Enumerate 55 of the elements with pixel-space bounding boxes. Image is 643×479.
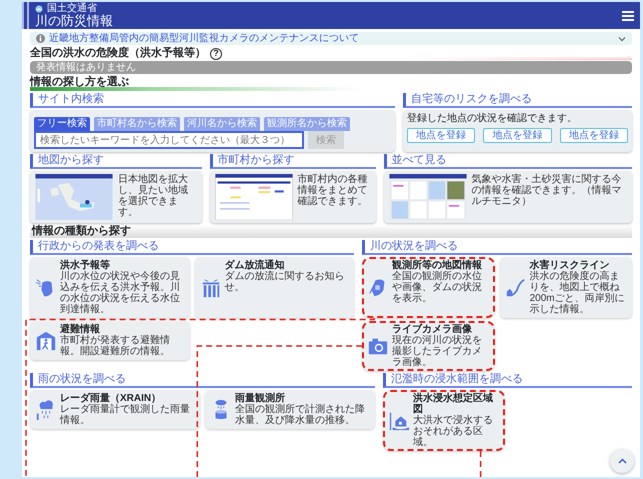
info-card[interactable]: ダム放流通知 ダムの放流に関するお知らせ。 — [194, 257, 354, 318]
exit-door-icon — [35, 330, 57, 352]
section-heading: 全国の洪水の危険度（洪水予報等） — [30, 47, 206, 60]
browse-panel[interactable]: 日本地図を拡大し、見たい地域を選択できます。 — [30, 171, 202, 223]
search-tab[interactable]: フリー検索 — [34, 117, 90, 131]
register-button[interactable]: 地点を登録 — [560, 128, 628, 143]
info-card[interactable]: レーダ雨量（XRAIN） レーダ雨量計で観測した雨量情報。 — [30, 390, 200, 429]
info-icon — [36, 34, 45, 43]
panel-text: 日本地図を拡大し、見たい地域を選択できます。 — [118, 174, 189, 220]
info-card[interactable]: 洪水予報等 川の水位の状況や今後の見込みを伝える洪水予報。川の水位の状況を伝える水位到達情報。 — [30, 257, 190, 318]
panel-text: 気象や水害・土砂災害に関する今の情報を確認できます。（情報マルチモニタ） — [472, 174, 623, 209]
menu-icon — [622, 10, 634, 20]
section-heading: 情報の種類から探す — [30, 225, 632, 238]
help-icon[interactable]: ? — [210, 48, 222, 60]
notice-bar[interactable]: 近畿地方整備局管内の簡易型河川監視カメラのメンテナンスについて — [30, 32, 632, 45]
site-title[interactable]: 川の防災情報 — [35, 14, 622, 28]
chevron-up-icon — [618, 458, 626, 464]
risk-line-icon — [504, 276, 527, 298]
back-to-top-button[interactable] — [610, 449, 634, 473]
status-message: 発表情報はありません — [30, 61, 632, 74]
card-title: 観測所等の地図情報 — [392, 260, 484, 271]
info-card[interactable]: 観測所等の地図情報 全国の観測所の水位や画像、ダムの状況を表示。 — [362, 257, 495, 318]
card-text: 全国の観測所の水位や画像、ダムの状況を表示。 — [392, 271, 484, 304]
card-text: レーダ雨量計で観測した雨量情報。 — [60, 404, 191, 426]
ministry-name: 国土交通省 — [47, 3, 97, 14]
card-title: 雨量観測所 — [235, 393, 285, 404]
card-title: ライブカメラ画像 — [392, 324, 474, 335]
card-title: レーダ雨量（XRAIN） — [60, 393, 162, 404]
card-text: 洪水の危険度の高まりを、地図上で概ね200mごと、両岸別に示した情報。 — [530, 271, 626, 315]
panel-text: 登録した地点の状況を確認できます。 — [407, 113, 578, 124]
info-card[interactable]: 避難情報 市町村が発表する避難情報。開設避難所の情報。 — [30, 321, 190, 360]
card-title: 洪水浸水想定区域図 — [413, 393, 494, 415]
register-button[interactable]: 地点を登録 — [483, 128, 552, 143]
info-card[interactable]: 洪水浸水想定区域図 大洪水で浸水するおそれがある区域。 — [383, 390, 505, 451]
search-field[interactable]: 検索したいキーワードを入力してください（最大３つ） — [34, 131, 304, 149]
panel-text: 市町村内の各種情報をまとめて確認できます。 — [298, 174, 369, 209]
card-text: ダムの放流に関するお知らせ。 — [224, 271, 346, 293]
info-card[interactable]: 水害リスクライン 洪水の危険度の高まりを、地図上で概ね200mごと、両岸別に示した情報。 — [500, 257, 632, 318]
register-button[interactable]: 地点を登録 — [407, 128, 476, 143]
card-text: 現在の河川の状況を撮影したライブカメラ画像。 — [392, 335, 484, 368]
card-title: 避難情報 — [60, 324, 101, 335]
card-title: ダム放流通知 — [224, 260, 286, 271]
card-text: 川の水位の状況や今後の見込みを伝える洪水予報。川の水位の状況を伝える水位到達情報。 — [60, 271, 181, 315]
info-card[interactable]: 雨量観測所 全国の観測所で計測された降水量、及び降水量の推移。 — [205, 390, 375, 429]
browse-panel[interactable]: 気象や水害・土砂災害に関する今の情報を確認できます。（情報マルチモニタ） — [384, 171, 632, 223]
notice-link[interactable]: 近畿地方整備局管内の簡易型河川監視カメラのメンテナンスについて — [49, 33, 614, 44]
card-text: 全国の観測所で計測された降水量、及び降水量の推移。 — [235, 404, 366, 426]
chevron-down-icon — [618, 36, 626, 42]
card-text: 市町村が発表する避難情報。開設避難所の情報。 — [60, 335, 171, 357]
browse-panel[interactable]: 市町村内の各種情報をまとめて確認できます。 — [210, 171, 376, 223]
card-title: 洪水予報等 — [60, 260, 110, 271]
card-text: 大洪水で浸水するおそれがある区域。 — [413, 415, 494, 448]
card-title: 水害リスクライン — [530, 260, 611, 271]
info-card[interactable]: ライブカメラ画像 現在の河川の状況を撮影したライブカメラ画像。 — [362, 321, 495, 371]
emblem-icon — [35, 4, 43, 12]
